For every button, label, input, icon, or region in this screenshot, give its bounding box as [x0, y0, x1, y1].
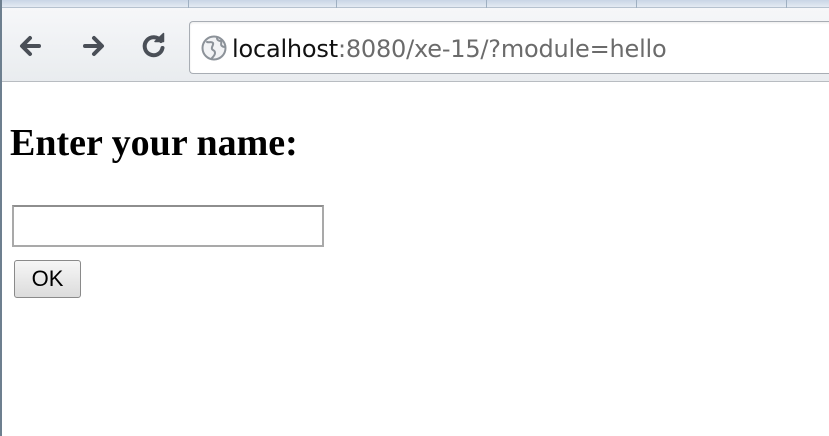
- page-content: Enter your name: OK: [4, 83, 829, 436]
- tab-divider: [188, 0, 189, 8]
- url-path: :8080/xe-15/?module=hello: [337, 35, 667, 63]
- reload-icon: [142, 32, 165, 58]
- back-arrow-icon: [20, 36, 41, 56]
- ok-button[interactable]: OK: [14, 260, 81, 298]
- tab-divider: [786, 0, 787, 8]
- url-host: localhost: [232, 35, 338, 63]
- tab-divider: [636, 0, 637, 8]
- forward-arrow-icon: [83, 36, 104, 56]
- tab-divider: [336, 0, 337, 8]
- back-button[interactable]: [14, 30, 46, 62]
- browser-toolbar: localhost:8080/xe-15/?module=hello: [2, 8, 829, 82]
- tab-strip: [2, 0, 829, 8]
- tab-divider: [486, 0, 487, 8]
- browser-window: localhost:8080/xe-15/?module=hello Enter…: [0, 0, 829, 436]
- reload-button[interactable]: [138, 30, 170, 62]
- address-bar[interactable]: localhost:8080/xe-15/?module=hello: [189, 21, 829, 74]
- forward-button[interactable]: [78, 30, 110, 62]
- url-text: localhost:8080/xe-15/?module=hello: [232, 32, 667, 66]
- page-heading: Enter your name:: [10, 122, 298, 164]
- globe-icon: [201, 35, 227, 61]
- name-input[interactable]: [12, 205, 324, 247]
